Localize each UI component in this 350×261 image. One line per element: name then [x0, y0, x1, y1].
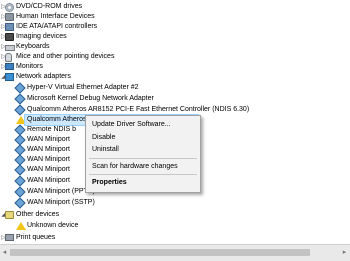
warning-icon — [16, 222, 26, 230]
network-card-icon — [14, 82, 26, 94]
tree-item-label: Imaging devices — [16, 33, 67, 40]
menu-item-update-driver[interactable]: Update Driver Software... — [92, 119, 171, 130]
network-card-icon — [14, 164, 26, 176]
network-card-icon — [14, 186, 26, 198]
hid-device-icon — [5, 13, 14, 21]
tree-item-label: Print queues — [16, 234, 56, 241]
tree-item-label: WAN Miniport (SSTP) — [27, 199, 95, 206]
tree-item-label: WAN Miniport — [27, 166, 70, 173]
scroll-left-arrow-icon[interactable]: ◂ — [1, 249, 8, 257]
tree-item-label: WAN Miniport — [27, 146, 70, 153]
tree-item-label: WAN Miniport — [27, 136, 70, 143]
dvd-drive-icon — [5, 3, 14, 12]
network-card-icon — [14, 175, 26, 187]
network-card-icon — [14, 197, 26, 209]
menu-item-disable[interactable]: Disable — [92, 132, 115, 143]
camera-icon — [5, 33, 14, 41]
tree-item-label: IDE ATA/ATAPI controllers — [16, 23, 98, 30]
printer-icon — [5, 234, 14, 241]
menu-item-properties[interactable]: Properties — [92, 177, 127, 188]
menu-item-uninstall[interactable]: Uninstall — [92, 144, 119, 155]
tree-item-label: Other devices — [16, 211, 60, 218]
keyboard-icon — [5, 45, 15, 51]
tree-item-label: Qualcomm Atheros AR8152 PCI-E Fast Ether… — [27, 106, 250, 113]
network-card-icon — [14, 93, 26, 105]
menu-separator — [89, 174, 197, 175]
other-devices-icon — [5, 211, 14, 219]
tree-item-label: Keyboards — [16, 43, 50, 50]
tree-item-label: Unknown device — [27, 222, 79, 229]
mouse-icon — [5, 53, 12, 62]
menu-item-scan-hardware[interactable]: Scan for hardware changes — [92, 161, 178, 172]
tree-item-label: WAN Miniport — [27, 156, 70, 163]
menu-separator — [89, 158, 197, 159]
context-menu: Update Driver Software... Disable Uninst… — [85, 115, 201, 193]
tree-item-label: Hyper-V Virtual Ethernet Adapter #2 — [27, 84, 139, 91]
tree-item-label: Network adapters — [16, 73, 71, 80]
network-card-icon — [14, 104, 26, 116]
network-adapter-icon — [5, 73, 14, 81]
tree-item-label: DVD/CD-ROM drives — [16, 3, 83, 10]
ide-controller-icon — [5, 23, 14, 31]
tree-item-label: Human Interface Devices — [16, 13, 95, 20]
scroll-right-arrow-icon[interactable]: ▸ — [341, 249, 348, 257]
horizontal-scrollbar[interactable]: ◂ ▸ — [0, 244, 350, 261]
tree-item-label: Remote NDIS b — [27, 126, 77, 133]
tree-item-label: Monitors — [16, 63, 43, 70]
monitor-icon — [5, 63, 14, 70]
tree-item-label: WAN Miniport — [27, 177, 70, 184]
tree-item-label: Microsoft Kernel Debug Network Adapter — [27, 95, 154, 102]
scrollbar-thumb[interactable] — [10, 249, 310, 256]
tree-item-label: Mice and other pointing devices — [16, 53, 115, 60]
